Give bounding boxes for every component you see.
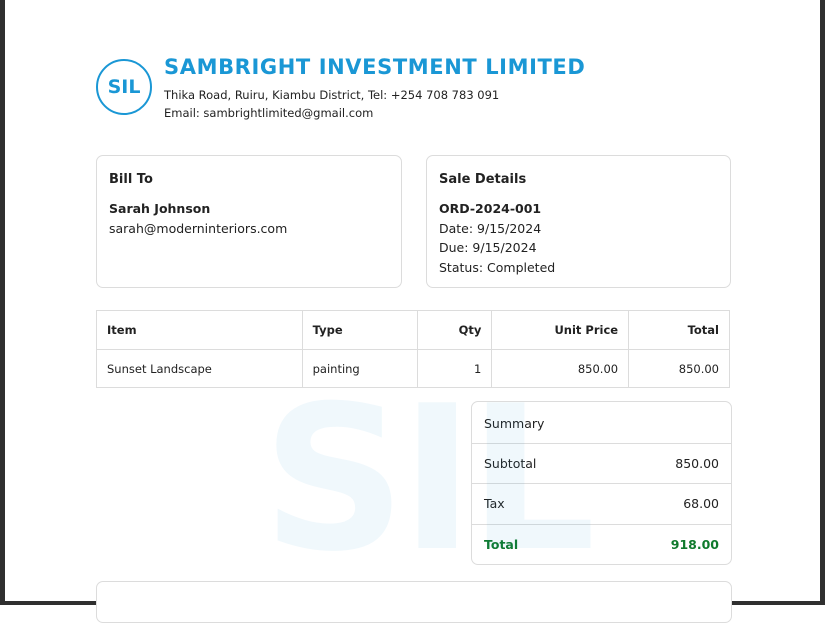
header-type: Type bbox=[301, 310, 419, 350]
tax-row: Tax 68.00 bbox=[472, 483, 731, 523]
total-value: 918.00 bbox=[670, 537, 719, 552]
bill-to-card: Bill To Sarah Johnson sarah@moderninteri… bbox=[96, 155, 402, 288]
subtotal-label: Subtotal bbox=[484, 456, 537, 471]
sale-date: Date: 9/15/2024 bbox=[439, 221, 542, 236]
company-logo: SIL bbox=[96, 59, 152, 115]
notes-card bbox=[96, 581, 732, 623]
header-total: Total bbox=[628, 310, 730, 350]
tax-label: Tax bbox=[484, 496, 505, 511]
header-qty: Qty bbox=[417, 310, 493, 350]
subtotal-row: Subtotal 850.00 bbox=[472, 443, 731, 483]
summary-title: Summary bbox=[484, 415, 545, 431]
window-frame-right bbox=[820, 0, 825, 605]
sale-status: Status: Completed bbox=[439, 260, 556, 275]
summary-card: Summary Subtotal 850.00 Tax 68.00 Total … bbox=[471, 401, 732, 565]
sale-details-card: Sale Details ORD-2024-001 Date: 9/15/202… bbox=[426, 155, 731, 288]
cell-qty: 1 bbox=[417, 349, 493, 388]
window-frame-left bbox=[0, 0, 5, 605]
company-name: SAMBRIGHT INVESTMENT LIMITED bbox=[164, 55, 586, 79]
items-table-header: Item Type Qty Unit Price Total bbox=[96, 310, 730, 350]
company-email: Email: sambrightlimited@gmail.com bbox=[164, 106, 374, 120]
bill-to-title: Bill To bbox=[109, 172, 153, 187]
table-row: Sunset Landscape painting 1 850.00 850.0… bbox=[96, 349, 730, 388]
total-label: Total bbox=[484, 537, 519, 552]
cell-item: Sunset Landscape bbox=[96, 349, 303, 388]
company-address: Thika Road, Ruiru, Kiambu District, Tel:… bbox=[164, 88, 500, 102]
header-unit-price: Unit Price bbox=[491, 310, 630, 350]
customer-email: sarah@moderninteriors.com bbox=[109, 221, 288, 236]
total-row: Total 918.00 bbox=[472, 524, 731, 564]
tax-value: 68.00 bbox=[683, 496, 719, 511]
customer-name: Sarah Johnson bbox=[109, 201, 211, 216]
sale-details-title: Sale Details bbox=[439, 172, 527, 187]
summary-title-row: Summary bbox=[472, 403, 731, 443]
cell-type: painting bbox=[301, 349, 419, 388]
items-table: Item Type Qty Unit Price Total Sunset La… bbox=[96, 310, 730, 388]
subtotal-value: 850.00 bbox=[675, 456, 719, 471]
sale-due-date: Due: 9/15/2024 bbox=[439, 240, 537, 255]
order-id: ORD-2024-001 bbox=[439, 201, 542, 216]
cell-total: 850.00 bbox=[628, 349, 730, 388]
cell-unit-price: 850.00 bbox=[491, 349, 630, 388]
header-item: Item bbox=[96, 310, 303, 350]
